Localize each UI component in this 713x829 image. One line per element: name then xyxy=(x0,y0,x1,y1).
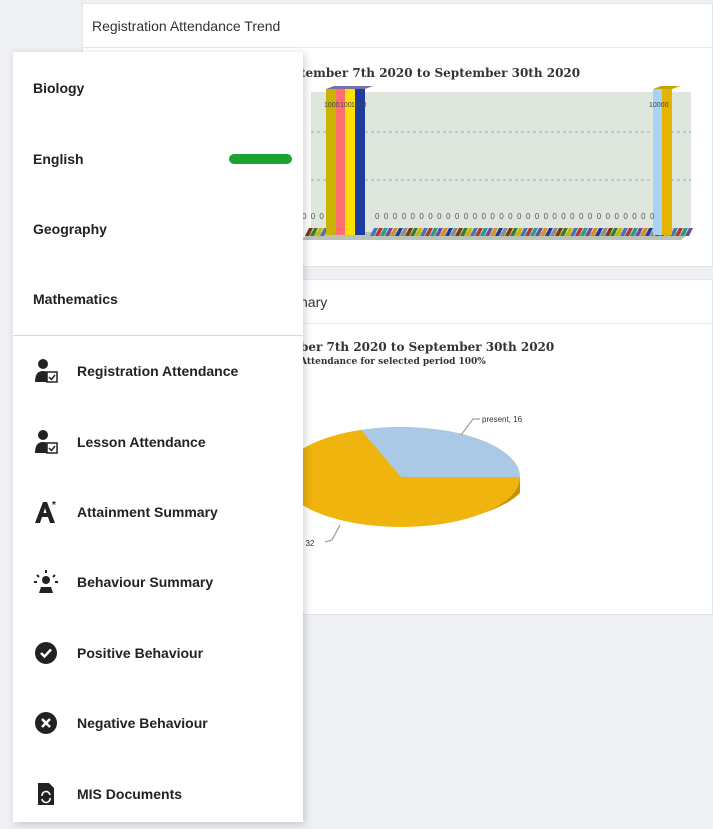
trend-chart-title: tember 7th 2020 to September 30th 2020 xyxy=(300,66,580,80)
pie-chart-subtitle: Attendance for selected period 100% xyxy=(299,357,486,367)
x-circle-icon xyxy=(33,710,59,736)
person-check-icon xyxy=(33,358,59,384)
trend-bar-label: 1000 xyxy=(324,102,340,109)
trend-bar-top xyxy=(326,86,373,89)
pie-label-present: present, 16 xyxy=(482,415,523,424)
pie-callout-line xyxy=(324,524,341,543)
sparkle-person-icon xyxy=(33,569,59,595)
selected-indicator xyxy=(229,154,292,164)
trend-bar-label: 10000 xyxy=(649,102,669,109)
menu-item-attainment-summary[interactable]: * Attainment Summary xyxy=(13,477,303,547)
check-circle-icon xyxy=(33,640,59,666)
document-sync-icon xyxy=(33,781,59,807)
trend-plot-area xyxy=(311,92,691,232)
trend-bar xyxy=(355,89,365,235)
trend-bar-top xyxy=(653,86,680,89)
trend-bar xyxy=(336,89,345,235)
svg-text:*: * xyxy=(52,500,56,511)
subject-item-mathematics[interactable]: Mathematics xyxy=(13,264,303,334)
menu-item-registration-attendance[interactable]: Registration Attendance xyxy=(13,336,303,406)
person-check-icon xyxy=(33,429,59,455)
trend-bar-label: 1000 xyxy=(351,102,367,109)
pie-label-absent: , 32 xyxy=(301,539,315,548)
trend-zero-labels: 0 0 0 xyxy=(302,212,325,221)
menu-item-behaviour-summary[interactable]: Behaviour Summary xyxy=(13,547,303,617)
subject-item-geography[interactable]: Geography xyxy=(13,194,303,264)
pie-callout-line xyxy=(460,418,480,436)
letter-a-star-icon: * xyxy=(33,499,59,525)
trend-bar xyxy=(326,89,336,235)
trend-bar xyxy=(345,89,355,235)
pie-chart-title: ber 7th 2020 to September 30th 2020 xyxy=(300,340,554,354)
menu-item-negative-behaviour[interactable]: Negative Behaviour xyxy=(13,688,303,758)
side-menu: Biology English Geography Mathematics Re… xyxy=(13,52,303,822)
trend-zero-labels: 0 0 0 0 0 0 0 0 0 0 0 0 0 0 0 0 0 0 0 0 … xyxy=(375,212,656,221)
menu-item-mis-documents[interactable]: MIS Documents xyxy=(13,758,303,828)
menu-item-lesson-attendance[interactable]: Lesson Attendance xyxy=(13,406,303,476)
subject-item-english[interactable]: English xyxy=(13,124,303,194)
subject-item-biology[interactable]: Biology xyxy=(13,52,303,124)
menu-item-positive-behaviour[interactable]: Positive Behaviour xyxy=(13,618,303,688)
trend-bar xyxy=(662,89,672,235)
